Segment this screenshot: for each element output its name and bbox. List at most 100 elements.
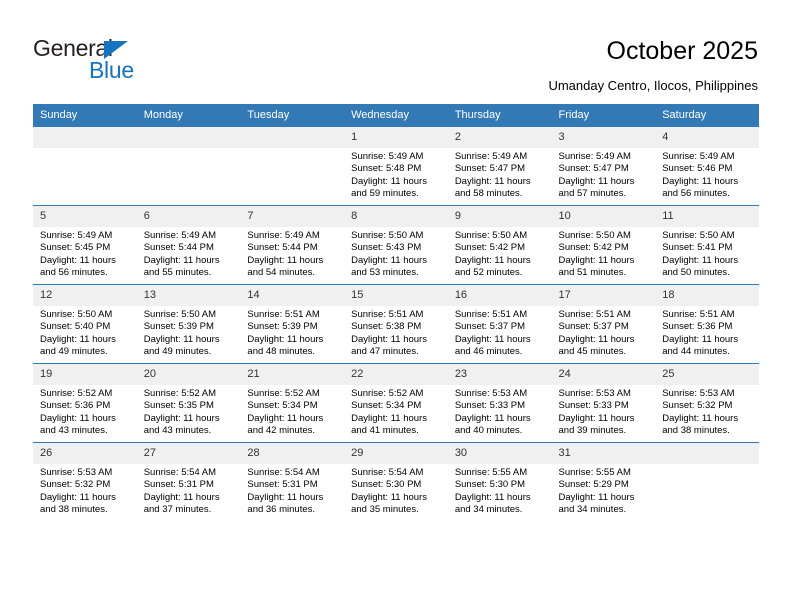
daylight-text-line1: Daylight: 11 hours xyxy=(558,175,635,187)
day-cell[interactable]: 27 Sunrise: 5:54 AM Sunset: 5:31 PM Dayl… xyxy=(136,442,241,521)
day-cell[interactable]: 14 Sunrise: 5:51 AM Sunset: 5:39 PM Dayl… xyxy=(240,284,345,364)
day-cell[interactable]: 3 Sunrise: 5:49 AM Sunset: 5:47 PM Dayli… xyxy=(551,126,656,206)
daylight-text-line1: Daylight: 11 hours xyxy=(40,333,116,345)
sunrise-text: Sunrise: 5:49 AM xyxy=(662,151,735,162)
day-cell[interactable]: 6 Sunrise: 5:49 AM Sunset: 5:44 PM Dayli… xyxy=(136,205,241,285)
day-cell[interactable]: 5 Sunrise: 5:49 AM Sunset: 5:45 PM Dayli… xyxy=(33,205,137,285)
sunset-text: Sunset: 5:30 PM xyxy=(454,479,526,491)
day-cell[interactable]: 29 Sunrise: 5:54 AM Sunset: 5:30 PM Dayl… xyxy=(344,442,448,521)
day-details: Sunrise: 5:52 AM Sunset: 5:36 PM Dayligh… xyxy=(33,385,137,438)
sunset-text: Sunset: 5:39 PM xyxy=(247,321,318,333)
day-number: 25 xyxy=(655,364,759,385)
daylight-text-line2: and 34 minutes. xyxy=(454,504,523,516)
day-cell[interactable]: 1 Sunrise: 5:49 AM Sunset: 5:48 PM Dayli… xyxy=(344,126,448,206)
daylight-text-line2: and 42 minutes. xyxy=(247,425,316,437)
day-cell[interactable]: 2 Sunrise: 5:49 AM Sunset: 5:47 PM Dayli… xyxy=(447,126,552,206)
weekday-header-monday: Monday xyxy=(136,104,241,127)
day-details: Sunrise: 5:54 AM Sunset: 5:31 PM Dayligh… xyxy=(137,464,241,517)
sunrise-text: Sunrise: 5:52 AM xyxy=(143,388,217,399)
day-cell[interactable]: 9 Sunrise: 5:50 AM Sunset: 5:42 PM Dayli… xyxy=(447,205,552,285)
day-cell[interactable]: 28 Sunrise: 5:54 AM Sunset: 5:31 PM Dayl… xyxy=(240,442,345,521)
day-number: 19 xyxy=(33,364,137,385)
day-cell[interactable]: 15 Sunrise: 5:51 AM Sunset: 5:38 PM Dayl… xyxy=(344,284,448,364)
day-number: 16 xyxy=(447,285,552,306)
sunset-text: Sunset: 5:37 PM xyxy=(558,321,629,333)
sunrise-text: Sunrise: 5:51 AM xyxy=(247,309,320,320)
daylight-text-line1: Daylight: 11 hours xyxy=(247,333,324,345)
sunset-text: Sunset: 5:36 PM xyxy=(662,321,733,333)
sunrise-text: Sunrise: 5:49 AM xyxy=(558,151,631,162)
day-cell[interactable]: 31 Sunrise: 5:55 AM Sunset: 5:29 PM Dayl… xyxy=(551,442,656,521)
day-number xyxy=(136,127,241,148)
day-number: 27 xyxy=(136,443,241,464)
weekday-header-wednesday: Wednesday xyxy=(344,104,448,127)
day-details: Sunrise: 5:54 AM Sunset: 5:30 PM Dayligh… xyxy=(344,464,448,517)
daylight-text-line2: and 50 minutes. xyxy=(662,267,730,279)
sunset-text: Sunset: 5:34 PM xyxy=(351,400,422,412)
day-cell[interactable]: 26 Sunrise: 5:53 AM Sunset: 5:32 PM Dayl… xyxy=(33,442,137,521)
day-details: Sunrise: 5:50 AM Sunset: 5:42 PM Dayligh… xyxy=(552,227,656,280)
daylight-text-line2: and 51 minutes. xyxy=(558,267,627,279)
page-header: General Blue October 2025 Umanday Centro… xyxy=(0,0,792,103)
daylight-text-line2: and 58 minutes. xyxy=(454,188,523,200)
day-cell[interactable]: 16 Sunrise: 5:51 AM Sunset: 5:37 PM Dayl… xyxy=(447,284,552,364)
day-cell[interactable]: 17 Sunrise: 5:51 AM Sunset: 5:37 PM Dayl… xyxy=(551,284,656,364)
day-cell[interactable]: 20 Sunrise: 5:52 AM Sunset: 5:35 PM Dayl… xyxy=(136,363,241,443)
day-cell[interactable]: 30 Sunrise: 5:55 AM Sunset: 5:30 PM Dayl… xyxy=(447,442,552,521)
day-cell[interactable]: 21 Sunrise: 5:52 AM Sunset: 5:34 PM Dayl… xyxy=(240,363,345,443)
sunrise-text: Sunrise: 5:51 AM xyxy=(351,309,424,320)
day-cell[interactable] xyxy=(33,126,137,206)
day-details: Sunrise: 5:49 AM Sunset: 5:45 PM Dayligh… xyxy=(33,227,137,280)
day-cell[interactable]: 10 Sunrise: 5:50 AM Sunset: 5:42 PM Dayl… xyxy=(551,205,656,285)
daylight-text-line1: Daylight: 11 hours xyxy=(662,333,739,345)
sunrise-text: Sunrise: 5:53 AM xyxy=(40,467,113,478)
day-number: 8 xyxy=(344,206,448,227)
day-cell[interactable]: 24 Sunrise: 5:53 AM Sunset: 5:33 PM Dayl… xyxy=(551,363,656,443)
logo-text-blue: Blue xyxy=(89,57,134,83)
day-cell[interactable]: 7 Sunrise: 5:49 AM Sunset: 5:44 PM Dayli… xyxy=(240,205,345,285)
sunset-text: Sunset: 5:35 PM xyxy=(143,400,214,412)
sunrise-text: Sunrise: 5:50 AM xyxy=(454,230,528,241)
day-details: Sunrise: 5:53 AM Sunset: 5:32 PM Dayligh… xyxy=(33,464,137,517)
daylight-text-line2: and 35 minutes. xyxy=(351,504,419,516)
day-cell[interactable]: 22 Sunrise: 5:52 AM Sunset: 5:34 PM Dayl… xyxy=(344,363,448,443)
day-cell[interactable]: 13 Sunrise: 5:50 AM Sunset: 5:39 PM Dayl… xyxy=(136,284,241,364)
daylight-text-line2: and 59 minutes. xyxy=(351,188,419,200)
sunrise-text: Sunrise: 5:50 AM xyxy=(662,230,735,241)
day-details: Sunrise: 5:50 AM Sunset: 5:39 PM Dayligh… xyxy=(137,306,241,359)
general-blue-logo[interactable]: General Blue xyxy=(33,36,183,84)
day-details: Sunrise: 5:51 AM Sunset: 5:36 PM Dayligh… xyxy=(655,306,759,359)
sunset-text: Sunset: 5:34 PM xyxy=(247,400,318,412)
day-cell[interactable] xyxy=(655,442,759,521)
day-number: 29 xyxy=(344,443,448,464)
weekday-header-friday: Friday xyxy=(551,104,656,127)
sunrise-text: Sunrise: 5:50 AM xyxy=(143,309,217,320)
daylight-text-line1: Daylight: 11 hours xyxy=(662,412,739,424)
daylight-text-line1: Daylight: 11 hours xyxy=(454,412,531,424)
day-cell[interactable]: 4 Sunrise: 5:49 AM Sunset: 5:46 PM Dayli… xyxy=(655,126,759,206)
day-details: Sunrise: 5:51 AM Sunset: 5:37 PM Dayligh… xyxy=(448,306,552,359)
day-cell[interactable]: 12 Sunrise: 5:50 AM Sunset: 5:40 PM Dayl… xyxy=(33,284,137,364)
day-cell[interactable]: 11 Sunrise: 5:50 AM Sunset: 5:41 PM Dayl… xyxy=(655,205,759,285)
daylight-text-line1: Daylight: 11 hours xyxy=(454,491,531,503)
sunrise-text: Sunrise: 5:54 AM xyxy=(143,467,217,478)
day-cell[interactable]: 23 Sunrise: 5:53 AM Sunset: 5:33 PM Dayl… xyxy=(447,363,552,443)
sunrise-text: Sunrise: 5:53 AM xyxy=(558,388,631,399)
daylight-text-line1: Daylight: 11 hours xyxy=(558,333,635,345)
day-number: 26 xyxy=(33,443,137,464)
daylight-text-line2: and 55 minutes. xyxy=(143,267,212,279)
day-cell[interactable] xyxy=(240,126,345,206)
day-cell[interactable]: 25 Sunrise: 5:53 AM Sunset: 5:32 PM Dayl… xyxy=(655,363,759,443)
daylight-text-line1: Daylight: 11 hours xyxy=(662,175,739,187)
calendar-page: General Blue October 2025 Umanday Centro… xyxy=(0,0,792,612)
day-cell[interactable]: 8 Sunrise: 5:50 AM Sunset: 5:43 PM Dayli… xyxy=(344,205,448,285)
day-cell[interactable]: 19 Sunrise: 5:52 AM Sunset: 5:36 PM Dayl… xyxy=(33,363,137,443)
day-details: Sunrise: 5:49 AM Sunset: 5:44 PM Dayligh… xyxy=(240,227,344,280)
day-number: 9 xyxy=(447,206,552,227)
calendar-week-row: 1 Sunrise: 5:49 AM Sunset: 5:48 PM Dayli… xyxy=(33,126,759,206)
page-title: October 2025 xyxy=(606,37,759,65)
sunset-text: Sunset: 5:42 PM xyxy=(454,242,526,254)
daylight-text-line2: and 44 minutes. xyxy=(662,346,730,358)
day-cell[interactable] xyxy=(136,126,241,206)
day-cell[interactable]: 18 Sunrise: 5:51 AM Sunset: 5:36 PM Dayl… xyxy=(655,284,759,364)
